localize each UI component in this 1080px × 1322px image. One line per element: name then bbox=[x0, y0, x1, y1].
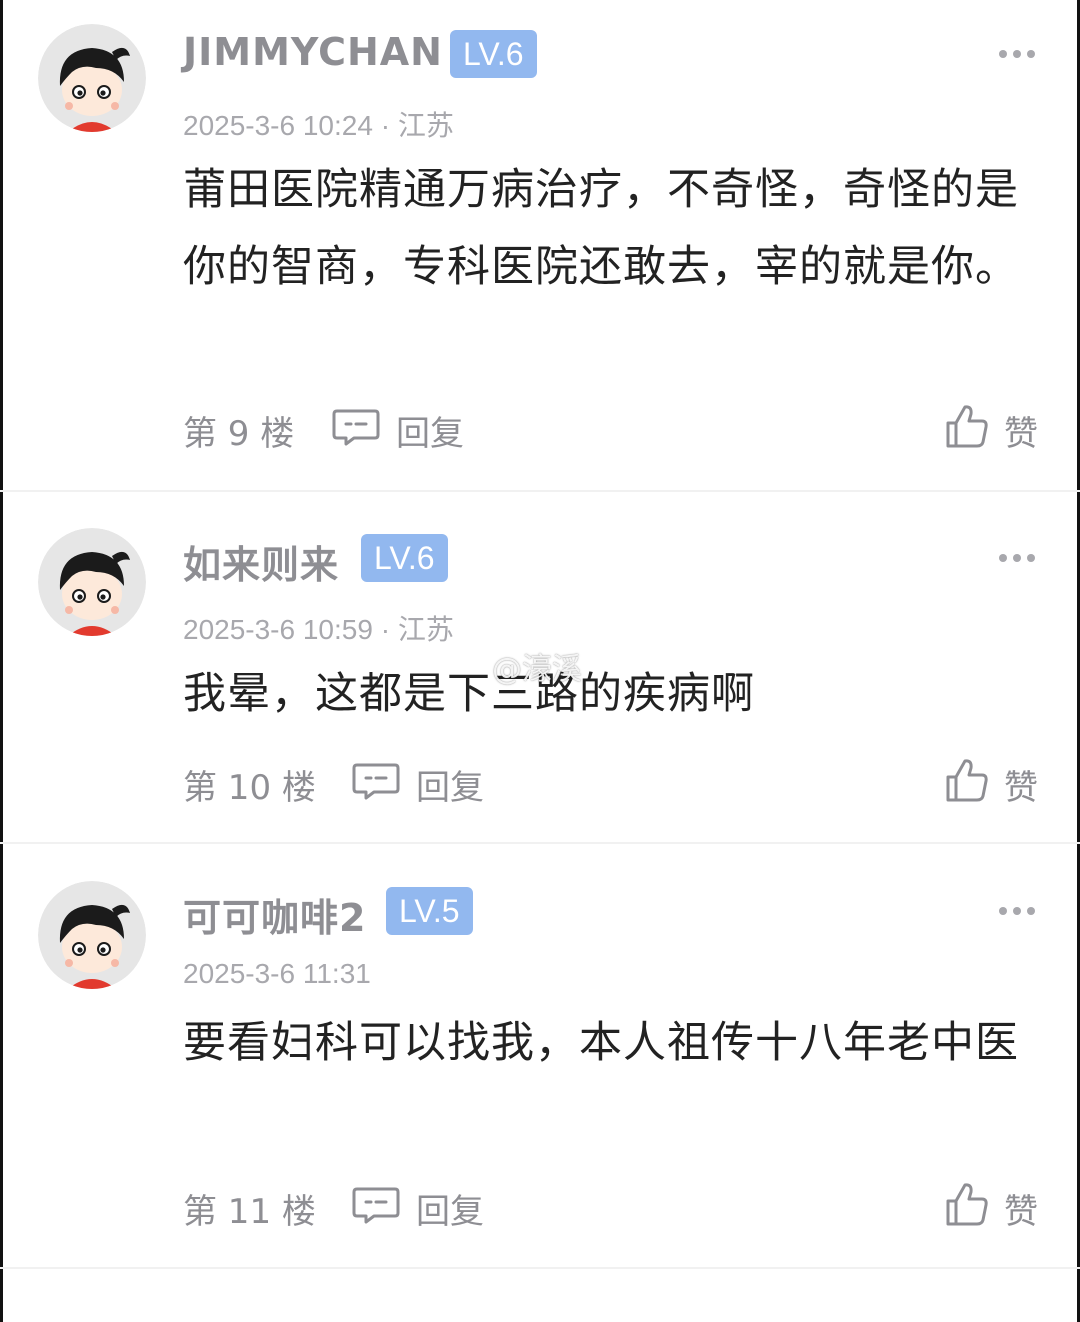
comment-bubble-icon[interactable] bbox=[352, 762, 400, 800]
thumbs-up-icon[interactable] bbox=[945, 1181, 989, 1227]
thumbs-up-icon[interactable] bbox=[945, 757, 989, 803]
level-badge: LV.6 bbox=[450, 30, 537, 78]
floor-number: 第 11 楼 bbox=[183, 1192, 316, 1232]
floor-number: 第 10 楼 bbox=[183, 768, 316, 808]
avatar[interactable] bbox=[38, 24, 146, 132]
timestamp: 2025-3-6 11:31 bbox=[183, 958, 371, 989]
more-dots-icon[interactable] bbox=[998, 905, 1036, 917]
reply-button[interactable]: 回复 bbox=[396, 406, 464, 455]
cartoon-avatar-icon bbox=[38, 881, 146, 989]
avatar[interactable] bbox=[38, 528, 146, 636]
timestamp-location: 2025-3-6 10:59 · 江苏 bbox=[183, 614, 454, 645]
divider bbox=[0, 842, 1080, 844]
comment-bubble-icon[interactable] bbox=[352, 1186, 400, 1224]
comment-bubble-icon[interactable] bbox=[332, 408, 380, 446]
username[interactable]: 如来则来 bbox=[183, 534, 339, 589]
divider bbox=[0, 1267, 1080, 1269]
reply-button[interactable]: 回复 bbox=[416, 760, 484, 809]
timestamp-location: 2025-3-6 10:24 · 江苏 bbox=[183, 110, 454, 141]
like-button[interactable]: 赞 bbox=[1004, 760, 1038, 809]
more-dots-icon[interactable] bbox=[998, 48, 1036, 60]
avatar[interactable] bbox=[38, 881, 146, 989]
username[interactable]: JIMMYCHAN bbox=[183, 30, 443, 74]
like-button[interactable]: 赞 bbox=[1004, 406, 1038, 455]
comment-text: 莆田医院精通万病治疗，不奇怪，奇怪的是你的智商，专科医院还敢去，宰的就是你。 bbox=[183, 165, 1019, 292]
cartoon-avatar-icon bbox=[38, 528, 146, 636]
username[interactable]: 可可咖啡2 bbox=[183, 887, 366, 942]
watermark: @濠溪 bbox=[492, 652, 582, 687]
level-badge: LV.5 bbox=[386, 887, 473, 935]
more-dots-icon[interactable] bbox=[998, 552, 1036, 564]
like-button[interactable]: 赞 bbox=[1004, 1184, 1038, 1233]
comment-text: 要看妇科可以找我，本人祖传十八年老中医 bbox=[183, 1018, 1019, 1068]
cartoon-avatar-icon bbox=[38, 24, 146, 132]
comment-text: 我晕，这都是下三路的疾病啊 bbox=[183, 669, 755, 719]
floor-number: 第 9 楼 bbox=[183, 414, 295, 454]
thumbs-up-icon[interactable] bbox=[945, 403, 989, 449]
divider bbox=[0, 490, 1080, 492]
level-badge: LV.6 bbox=[361, 534, 448, 582]
reply-button[interactable]: 回复 bbox=[416, 1184, 484, 1233]
